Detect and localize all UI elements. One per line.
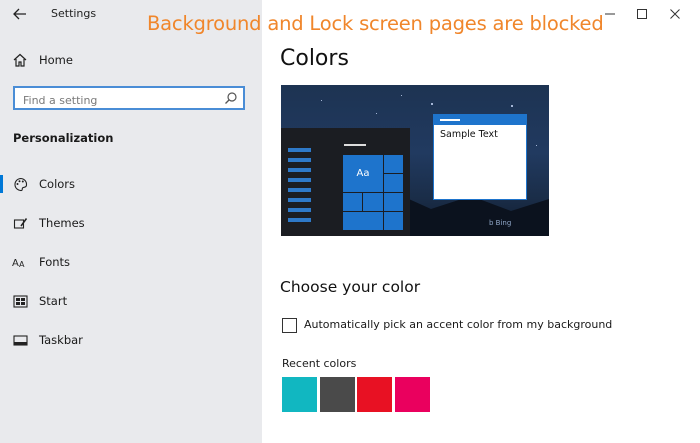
taskbar-icon — [12, 332, 28, 348]
sample-window: Sample Text — [433, 114, 527, 200]
start-menu-preview: Aa — [281, 128, 410, 236]
preview-star — [321, 100, 322, 101]
start-icon — [12, 293, 28, 309]
sidebar: Settings Home Personalization Colors The… — [0, 0, 262, 443]
close-icon — [670, 9, 680, 19]
preview-star — [376, 113, 377, 114]
sidebar-item-label: Home — [39, 53, 73, 67]
tile — [343, 193, 362, 211]
tile — [384, 155, 403, 173]
color-swatch[interactable] — [394, 377, 430, 412]
color-swatch[interactable] — [282, 377, 317, 412]
search-box[interactable] — [13, 86, 245, 110]
paintbrush-icon — [12, 215, 28, 231]
back-arrow-icon — [13, 8, 26, 20]
bing-watermark: b Bing — [489, 219, 512, 227]
preview-star — [401, 95, 402, 96]
color-swatch[interactable] — [319, 377, 355, 412]
search-icon[interactable] — [224, 91, 238, 105]
back-button[interactable] — [8, 4, 32, 24]
theme-preview: Aa Sample Text b Bing — [281, 85, 549, 236]
sidebar-item-start[interactable]: Start — [0, 284, 262, 318]
page-title: Colors — [280, 46, 349, 71]
tile — [363, 193, 383, 211]
annotation-banner: Background and Lock screen pages are blo… — [147, 12, 604, 35]
svg-text:A: A — [12, 258, 19, 269]
sidebar-item-taskbar[interactable]: Taskbar — [0, 323, 262, 357]
sidebar-item-colors[interactable]: Colors — [0, 167, 262, 201]
main-content: Colors Aa Sample Text b Bing Choose your… — [262, 0, 700, 443]
sample-window-titlebar — [434, 115, 526, 125]
tile — [343, 212, 383, 230]
fonts-icon: AA — [12, 254, 28, 270]
auto-accent-label[interactable]: Automatically pick an accent color from … — [304, 318, 612, 331]
search-input[interactable] — [21, 91, 225, 109]
color-swatch[interactable] — [357, 377, 392, 412]
tile-group-header — [344, 144, 366, 146]
preview-star — [536, 145, 537, 146]
preview-star — [511, 105, 513, 107]
sidebar-item-label: Fonts — [39, 255, 71, 269]
sidebar-item-label: Themes — [39, 216, 85, 230]
minimize-icon — [605, 13, 615, 15]
sidebar-item-label: Taskbar — [39, 333, 83, 347]
active-indicator — [0, 175, 3, 193]
sample-text: Sample Text — [440, 129, 498, 140]
close-button[interactable] — [665, 5, 685, 23]
sidebar-item-themes[interactable]: Themes — [0, 206, 262, 240]
sidebar-item-home[interactable]: Home — [0, 43, 262, 77]
section-heading: Personalization — [13, 131, 114, 145]
sidebar-item-label: Colors — [39, 177, 76, 191]
start-menu-list — [288, 148, 311, 228]
maximize-icon — [637, 9, 647, 19]
tile — [384, 212, 403, 230]
tile-large: Aa — [343, 155, 383, 192]
svg-text:A: A — [19, 260, 25, 269]
preview-star — [431, 103, 433, 105]
tile — [384, 174, 403, 192]
home-icon — [12, 52, 28, 68]
recent-colors-label: Recent colors — [282, 357, 357, 370]
maximize-button[interactable] — [632, 5, 652, 23]
sidebar-item-label: Start — [39, 294, 68, 308]
tile — [384, 193, 403, 211]
palette-icon — [12, 176, 28, 192]
app-title: Settings — [51, 7, 97, 20]
auto-accent-checkbox[interactable] — [282, 318, 297, 333]
sidebar-item-fonts[interactable]: AA Fonts — [0, 245, 262, 279]
choose-color-heading: Choose your color — [280, 278, 421, 296]
